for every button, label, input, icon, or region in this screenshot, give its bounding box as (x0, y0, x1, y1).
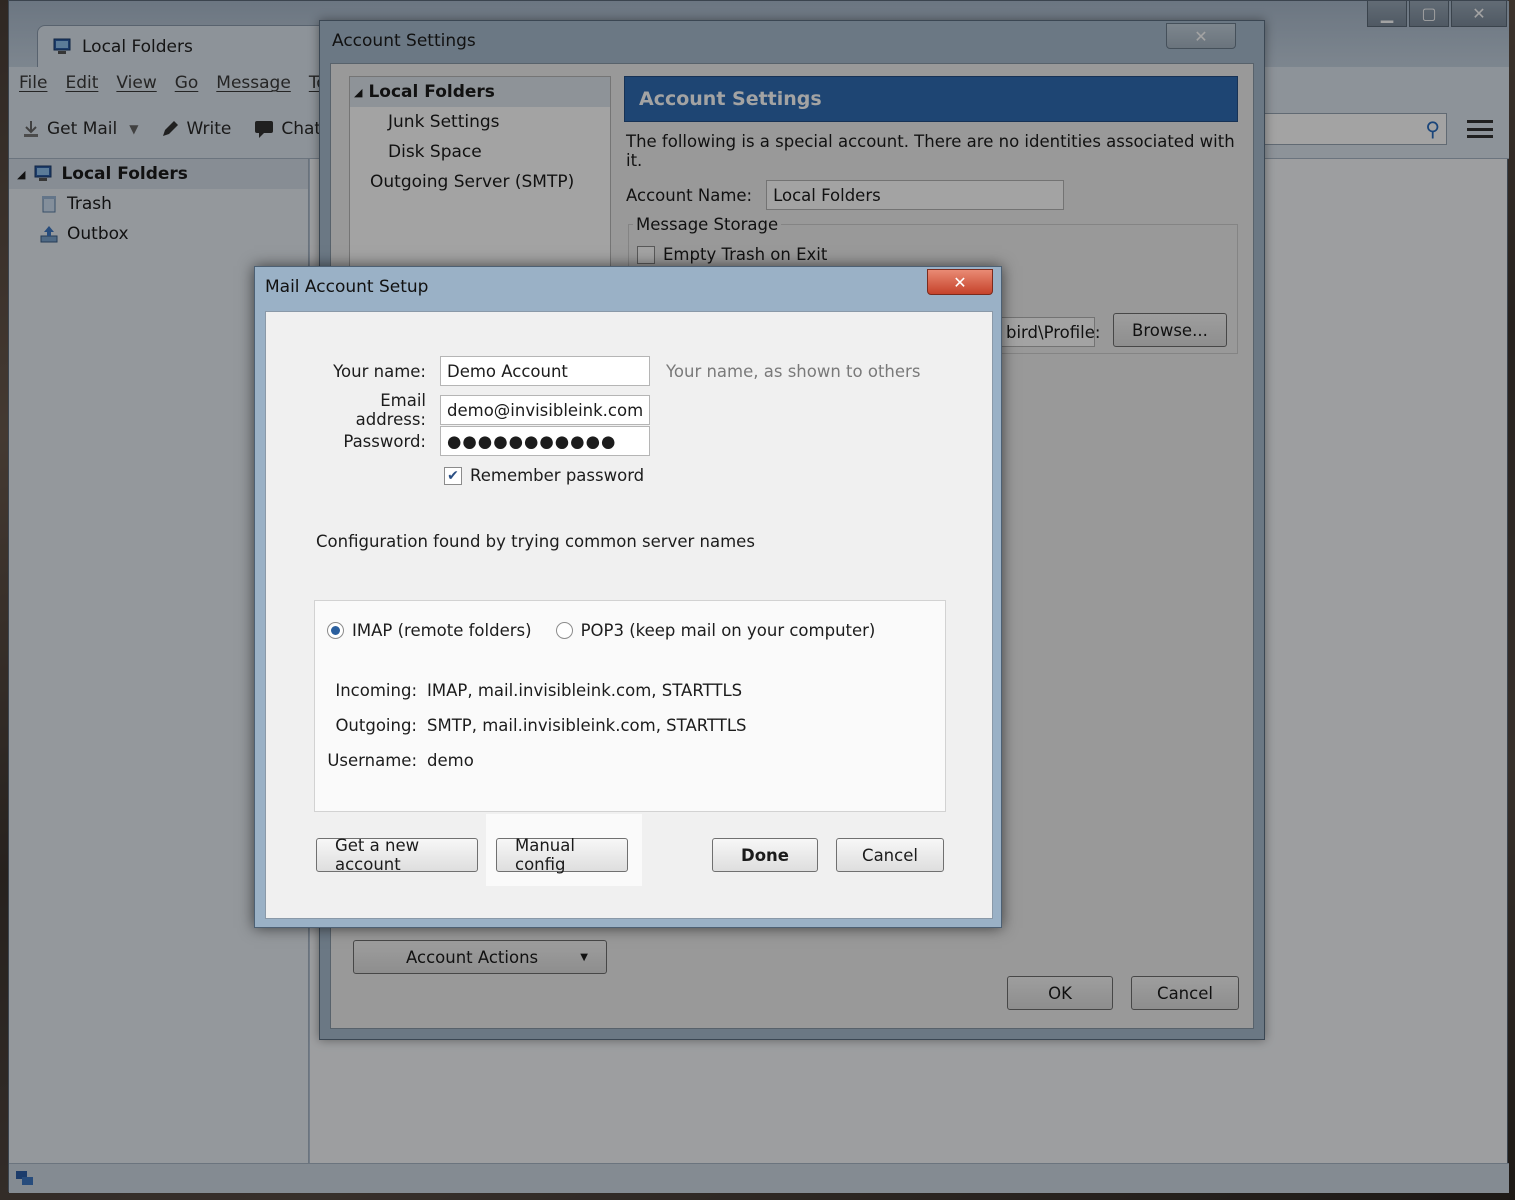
incoming-label: Incoming: (335, 681, 417, 700)
imap-label: IMAP (remote folders) (352, 621, 532, 640)
your-name-field[interactable]: Demo Account (440, 356, 650, 386)
email-field[interactable]: demo@invisibleink.com (440, 395, 650, 425)
password-field[interactable]: ●●●●●●●●●●● (440, 426, 650, 456)
remember-password-row[interactable]: ✔ Remember password (444, 466, 644, 485)
get-new-account-button[interactable]: Get a new account (316, 836, 478, 874)
your-name-row: Your name: Demo Account Your name, as sh… (316, 356, 920, 386)
config-found-message: Configuration found by trying common ser… (316, 532, 755, 551)
username-label: Username: (327, 751, 417, 770)
mail-account-setup-dialog: Mail Account Setup ✕ Your name: Demo Acc… (254, 266, 1002, 928)
remember-password-label: Remember password (470, 466, 645, 485)
pop3-label: POP3 (keep mail on your computer) (580, 621, 876, 640)
outgoing-value: SMTP, mail.invisibleink.com, STARTTLS (427, 716, 747, 735)
cancel-button[interactable]: Cancel (836, 838, 944, 872)
imap-radio-option[interactable]: IMAP (remote folders) (327, 621, 532, 640)
done-button[interactable]: Done (712, 838, 818, 872)
incoming-row: Incoming: IMAP, mail.invisibleink.com, S… (325, 681, 742, 700)
setup-body: Your name: Demo Account Your name, as sh… (265, 311, 993, 919)
close-button[interactable]: ✕ (927, 269, 993, 295)
password-label: Password: (343, 431, 426, 451)
pop3-radio[interactable] (555, 622, 573, 639)
protocol-radio-group: IMAP (remote folders) POP3 (keep mail on… (327, 621, 875, 640)
email-label: Email address: (355, 391, 426, 429)
email-row: Email address: demo@invisibleink.com (316, 391, 650, 429)
your-name-label: Your name: (333, 361, 426, 381)
username-row: Username: demo (325, 751, 474, 770)
incoming-value: IMAP, mail.invisibleink.com, STARTTLS (427, 681, 743, 700)
remember-password-checkbox[interactable]: ✔ (444, 466, 462, 485)
outgoing-label: Outgoing: (335, 716, 417, 735)
username-value: demo (427, 751, 474, 770)
pop3-radio-option[interactable]: POP3 (keep mail on your computer) (555, 621, 876, 640)
outgoing-row: Outgoing: SMTP, mail.invisibleink.com, S… (325, 716, 747, 735)
manual-config-button[interactable]: Manual config (496, 836, 628, 874)
imap-radio[interactable] (327, 622, 344, 639)
protocol-config-box: IMAP (remote folders) POP3 (keep mail on… (314, 600, 946, 812)
password-row: Password: ●●●●●●●●●●● (316, 426, 650, 456)
dialog-title: Mail Account Setup (265, 277, 429, 297)
your-name-hint: Your name, as shown to others (666, 361, 921, 381)
